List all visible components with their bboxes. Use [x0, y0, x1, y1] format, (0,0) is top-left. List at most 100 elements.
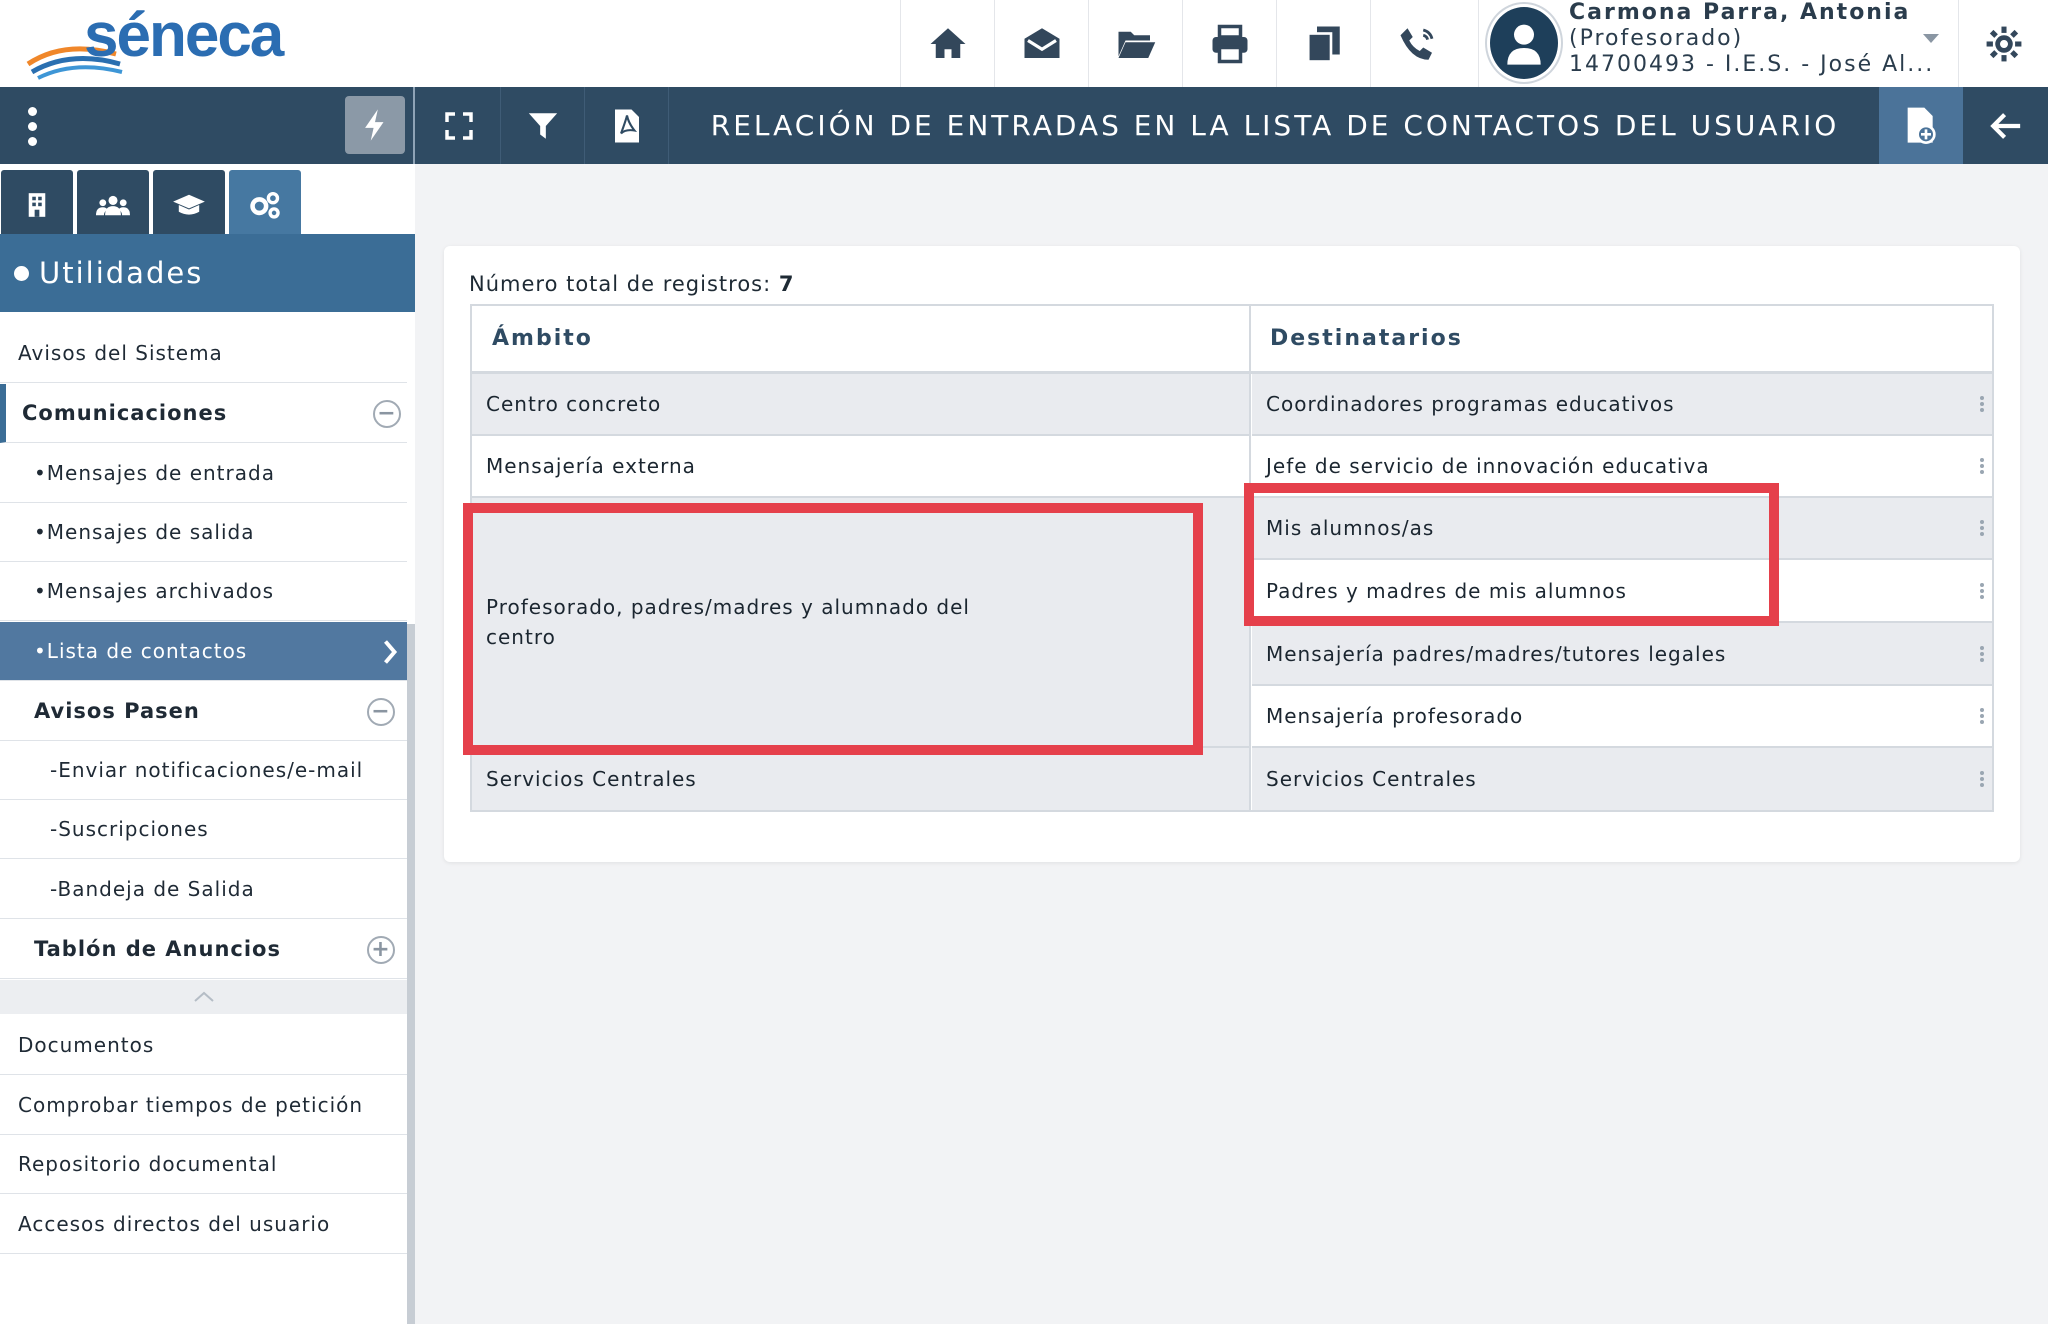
print-icon[interactable]	[1182, 0, 1276, 87]
cell-text: Mensajería externa	[486, 454, 696, 478]
sidebar-item-label: Accesos directos del usuario	[18, 1212, 331, 1236]
user-name: Carmona Parra, Antonia	[1569, 0, 1911, 25]
column-header-destinatarios[interactable]: Destinatarios	[1250, 306, 1992, 374]
phone-icon[interactable]	[1370, 0, 1464, 87]
nav-bar: RELACIÓN DE ENTRADAS EN LA LISTA DE CONT…	[0, 87, 2048, 164]
sidebar-item-label: Comunicaciones	[22, 401, 228, 425]
logo-text: séneca	[84, 2, 285, 70]
row-menu-icon[interactable]	[1980, 771, 1984, 787]
chevron-up-icon	[193, 991, 214, 1002]
record-count-value: 7	[778, 272, 795, 296]
sidebar-item-accesos-directos[interactable]: Accesos directos del usuario	[0, 1195, 407, 1254]
table-row[interactable]: Mensajería profesorado	[1252, 686, 1992, 748]
bullet-icon	[14, 265, 29, 281]
graduation-cap-icon[interactable]	[153, 170, 225, 240]
record-count-label: Número total de registros:	[469, 272, 772, 296]
page-title: RELACIÓN DE ENTRADAS EN LA LISTA DE CONT…	[710, 109, 1840, 142]
sidebar-item-label: •Mensajes de salida	[34, 520, 255, 544]
user-center: 14700493 - I.E.S. - José Al...	[1569, 52, 1935, 77]
table-row[interactable]: Servicios Centrales	[1252, 748, 1992, 810]
sidebar-item-label: Tablón de Anuncios	[34, 937, 281, 961]
sidebar-item-label: •Lista de contactos	[34, 639, 248, 663]
user-role: (Profesorado)	[1569, 26, 1744, 51]
expand-plus-icon[interactable]: +	[367, 936, 395, 964]
column-header-ambito[interactable]: Ámbito	[472, 306, 1250, 374]
pdf-icon[interactable]	[585, 87, 669, 164]
sidebar-item-suscripciones[interactable]: -Suscripciones	[0, 800, 407, 859]
highlight-box-ambito	[463, 503, 1203, 755]
arrow-left-icon[interactable]	[1963, 87, 2048, 164]
nav-left-panel	[0, 87, 415, 164]
sidebar-item-label: Avisos del Sistema	[18, 341, 223, 365]
sidebar-item-avisos-sistema[interactable]: Avisos del Sistema	[0, 324, 407, 383]
sidebar-item-label: Repositorio documental	[18, 1152, 278, 1176]
sidebar-item-documentos[interactable]: Documentos	[0, 1016, 407, 1075]
sidebar-group-tablon-anuncios[interactable]: Tablón de Anuncios +	[0, 920, 407, 979]
lightning-icon[interactable]	[345, 96, 405, 154]
sidebar-group-avisos-pasen[interactable]: Avisos Pasen −	[0, 682, 407, 741]
users-icon[interactable]	[77, 170, 149, 240]
sidebar-item-mensajes-entrada[interactable]: •Mensajes de entrada	[0, 444, 407, 503]
cell-text: Jefe de servicio de innovación educativa	[1266, 454, 1710, 478]
sidebar-item-mensajes-salida[interactable]: •Mensajes de salida	[0, 503, 407, 562]
add-document-icon[interactable]	[1879, 87, 1963, 164]
sidebar-item-comprobar-tiempos[interactable]: Comprobar tiempos de petición	[0, 1076, 407, 1135]
sidebar-item-enviar-notificaciones[interactable]: -Enviar notificaciones/e-mail	[0, 741, 407, 800]
sidebar-item-bandeja-salida[interactable]: -Bandeja de Salida	[0, 860, 407, 919]
collapse-bar[interactable]	[0, 980, 407, 1014]
row-menu-icon[interactable]	[1980, 458, 1984, 474]
cell-text: Coordinadores programas educativos	[1266, 392, 1675, 416]
sidebar-item-label: Comprobar tiempos de petición	[18, 1093, 364, 1117]
top-header: séneca Carmona Parra, Antonia (Profesora…	[0, 0, 2048, 87]
sidebar-item-lista-contactos[interactable]: •Lista de contactos	[0, 622, 407, 681]
folder-open-icon[interactable]	[1088, 0, 1182, 87]
highlight-box-destinatarios	[1244, 483, 1779, 626]
gears-icon[interactable]	[229, 170, 301, 240]
envelope-icon[interactable]	[994, 0, 1088, 87]
sidebar-item-label: Avisos Pasen	[34, 699, 200, 723]
fullscreen-icon[interactable]	[417, 87, 501, 164]
sidebar-item-label: -Bandeja de Salida	[50, 877, 255, 901]
copy-icon[interactable]	[1276, 0, 1370, 87]
collapse-minus-icon[interactable]: −	[367, 698, 395, 726]
cell-text: Mensajería padres/madres/tutores legales	[1266, 641, 1727, 666]
chevron-right-icon	[384, 640, 398, 664]
cell-text: Servicios Centrales	[486, 767, 697, 791]
row-menu-icon[interactable]	[1980, 582, 1984, 599]
section-header: Utilidades	[0, 234, 415, 312]
row-menu-icon[interactable]	[1980, 645, 1984, 662]
cell-text: Servicios Centrales	[1266, 767, 1477, 791]
sidebar-item-mensajes-archivados[interactable]: •Mensajes archivados	[0, 562, 407, 621]
seneca-logo[interactable]: séneca	[24, 1, 314, 82]
cell-text: Centro concreto	[486, 392, 662, 416]
avatar	[1487, 4, 1561, 82]
sidebar-item-repositorio[interactable]: Repositorio documental	[0, 1135, 407, 1194]
cell-text: Mensajería profesorado	[1266, 704, 1524, 728]
collapse-minus-icon[interactable]: −	[373, 400, 401, 428]
table-cell-ambito[interactable]: Centro concreto	[472, 374, 1250, 436]
row-menu-icon[interactable]	[1980, 396, 1984, 412]
sidebar: Utilidades Avisos del Sistema Comunicaci…	[0, 164, 415, 1324]
sidebar-scrollbar[interactable]	[407, 624, 415, 1324]
filter-icon[interactable]	[501, 87, 585, 164]
home-icon[interactable]	[900, 0, 994, 87]
sidebar-item-label: •Mensajes de entrada	[34, 461, 275, 485]
row-menu-icon[interactable]	[1980, 708, 1984, 724]
user-menu[interactable]: Carmona Parra, Antonia (Profesorado) 147…	[1478, 0, 1948, 87]
row-menu-icon[interactable]	[1980, 520, 1984, 536]
chevron-down-icon[interactable]	[1923, 34, 1939, 43]
record-count: Número total de registros: 7	[469, 272, 795, 296]
gear-icon[interactable]	[1958, 0, 2048, 87]
table-cell-ambito[interactable]: Servicios Centrales	[472, 748, 1250, 810]
table-row[interactable]: Coordinadores programas educativos	[1252, 374, 1992, 436]
table-cell-ambito[interactable]: Mensajería externa	[472, 436, 1250, 498]
sidebar-group-comunicaciones[interactable]: Comunicaciones −	[0, 384, 407, 443]
table-row[interactable]: Mensajería padres/madres/tutores legales	[1252, 623, 1992, 686]
sidebar-item-label: -Enviar notificaciones/e-mail	[50, 758, 364, 782]
sidebar-item-label: -Suscripciones	[50, 817, 209, 841]
menu-dots-icon[interactable]	[14, 101, 50, 151]
section-title: Utilidades	[39, 256, 204, 290]
building-icon[interactable]	[1, 170, 73, 240]
sidebar-item-label: •Mensajes archivados	[34, 579, 275, 603]
sidebar-item-label: Documentos	[18, 1033, 155, 1057]
